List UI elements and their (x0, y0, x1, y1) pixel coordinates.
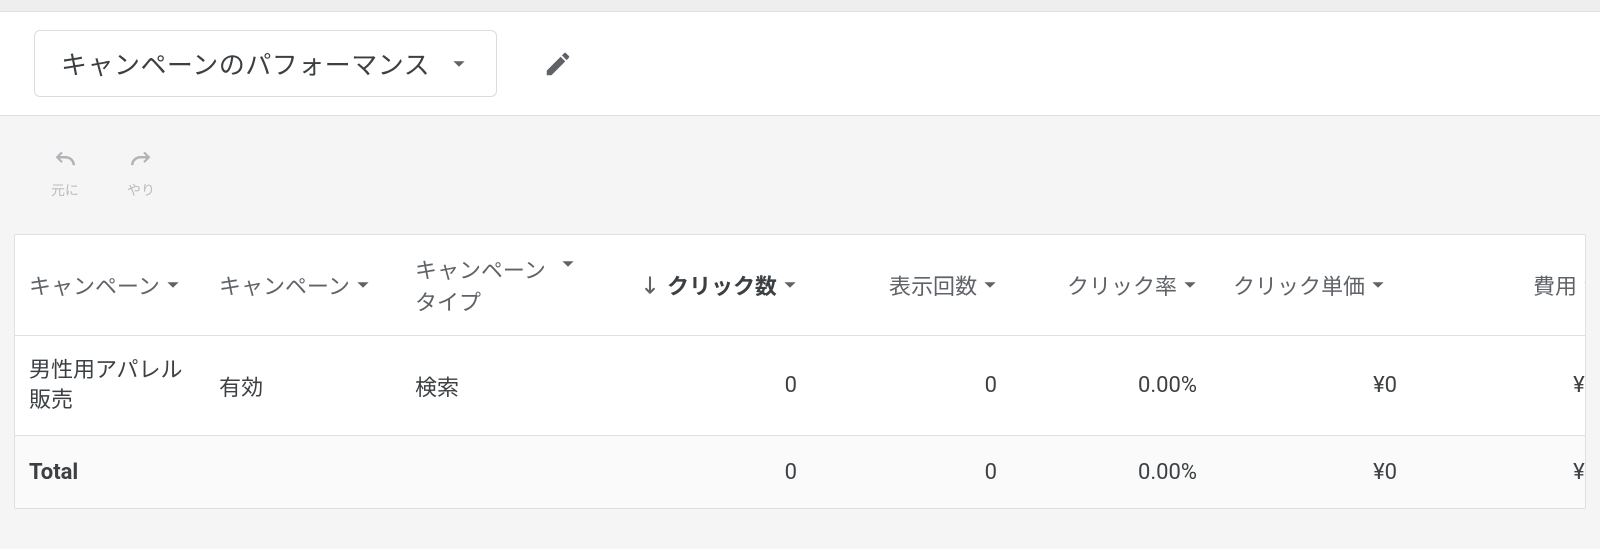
table-row[interactable]: 男性用アパレル販売 有効 検索 0 0 0.00% ¥0 ¥0 (15, 336, 1585, 436)
cell-impressions: 0 (811, 353, 1011, 418)
col-header-label: キャンペーン (29, 269, 160, 301)
total-empty (205, 452, 401, 492)
col-header-cost[interactable]: 費用 (1411, 269, 1586, 301)
caret-down-icon (452, 57, 466, 71)
total-ctr: 0.00% (1011, 440, 1211, 505)
cell-campaign: 男性用アパレル販売 (15, 336, 205, 435)
caret-down-icon (356, 278, 370, 292)
total-empty (401, 452, 606, 492)
redo-button[interactable]: やり (124, 146, 158, 200)
caret-down-icon (166, 278, 180, 292)
table-total-row: Total 0 0 0.00% ¥0 ¥0 (15, 436, 1585, 508)
cell-ctr: 0.00% (1011, 353, 1211, 418)
col-header-campaign[interactable]: キャンペーン (15, 269, 205, 301)
cell-type: 検索 (401, 350, 606, 422)
header-bar: キャンペーンのパフォーマンス (0, 12, 1600, 116)
caret-down-icon (561, 257, 575, 271)
edit-button[interactable] (543, 49, 573, 79)
cell-cost: ¥0 (1411, 353, 1586, 418)
history-toolbar: 元に やり (14, 138, 1586, 234)
pencil-icon (543, 49, 573, 79)
performance-table: キャンペーン キャンペーン キャンペーン タイプ クリック数 表示回数 (14, 234, 1586, 509)
col-header-label: 表示回数 (889, 269, 977, 301)
total-impressions: 0 (811, 440, 1011, 505)
col-header-ctr[interactable]: クリック率 (1011, 269, 1211, 301)
canvas-area: 元に やり キャンペーン キャンペーン キャンペーン タイプ (0, 116, 1600, 549)
total-cpc: ¥0 (1211, 440, 1411, 505)
cell-status: 有効 (205, 350, 401, 422)
col-header-campaign-status[interactable]: キャンペーン (205, 269, 401, 301)
col-header-impressions[interactable]: 表示回数 (811, 269, 1011, 301)
caret-down-icon (1371, 278, 1385, 292)
total-clicks: 0 (606, 440, 811, 505)
col-header-label: 費用 (1533, 269, 1577, 301)
col-header-label: クリック率 (1067, 269, 1177, 301)
caret-down-icon (1183, 278, 1197, 292)
top-strip (0, 0, 1600, 12)
col-header-label: クリック数 (667, 269, 777, 301)
total-cost: ¥0 (1411, 440, 1586, 505)
report-selector-label: キャンペーンのパフォーマンス (61, 45, 430, 82)
redo-label: やり (127, 180, 155, 200)
redo-icon (124, 146, 158, 176)
cell-cpc: ¥0 (1211, 353, 1411, 418)
caret-down-icon (783, 278, 797, 292)
report-selector-dropdown[interactable]: キャンペーンのパフォーマンス (34, 30, 497, 97)
col-header-clicks[interactable]: クリック数 (606, 269, 811, 301)
col-header-cpc[interactable]: クリック単価 (1211, 269, 1411, 301)
total-label: Total (15, 440, 205, 505)
sort-down-icon (643, 276, 657, 294)
col-header-label: キャンペーン (219, 269, 350, 301)
col-header-label: クリック単価 (1233, 269, 1365, 301)
col-header-label: キャンペーン タイプ (415, 253, 555, 317)
undo-label: 元に (51, 180, 79, 200)
caret-down-icon (983, 278, 997, 292)
caret-down-icon (1583, 278, 1586, 292)
cell-clicks: 0 (606, 353, 811, 418)
table-header-row: キャンペーン キャンペーン キャンペーン タイプ クリック数 表示回数 (15, 235, 1585, 336)
undo-button[interactable]: 元に (48, 146, 82, 200)
col-header-campaign-type[interactable]: キャンペーン タイプ (401, 253, 606, 317)
undo-icon (48, 146, 82, 176)
